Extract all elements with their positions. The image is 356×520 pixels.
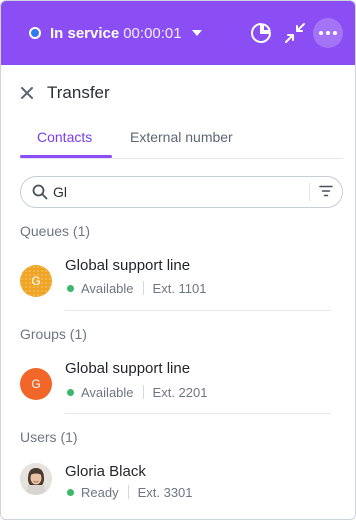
meta-divider (142, 385, 144, 399)
status-indicator-icon (29, 27, 41, 39)
search-input[interactable] (53, 182, 303, 202)
tab-external-number[interactable]: External number (130, 129, 233, 145)
section-title-groups: Groups (1) (20, 326, 87, 342)
contact-extension: Ext. 2201 (152, 384, 208, 400)
avatar: G (20, 368, 52, 400)
contact-meta: Ready Ext. 3301 (67, 484, 193, 500)
filter-icon[interactable] (319, 185, 333, 197)
meta-divider (142, 281, 144, 295)
contact-name: Global support line (65, 257, 191, 274)
list-item[interactable]: Gloria Black Ready Ext. 3301 (20, 463, 343, 513)
status-dot-icon (67, 388, 74, 396)
contact-extension: Ext. 1101 (152, 280, 207, 296)
section-title-users: Users (1) (20, 429, 78, 445)
tab-bar: Contacts External number (20, 121, 343, 159)
contact-meta: Available Ext. 2201 (67, 384, 207, 400)
contact-status: Available (81, 384, 134, 400)
contact-status: Ready (81, 484, 119, 500)
minimize-icon (285, 23, 305, 43)
section-title-queues: Queues (1) (20, 223, 91, 239)
more-options-button[interactable] (313, 18, 343, 48)
contact-extension: Ext. 3301 (137, 484, 193, 500)
more-icon (319, 31, 337, 35)
user-avatar-photo (20, 463, 52, 495)
search-divider (309, 183, 310, 201)
dialog-title: Transfer (47, 83, 110, 102)
contact-name: Gloria Black (65, 463, 146, 480)
search-icon (32, 184, 48, 200)
search-box (20, 176, 343, 208)
avatar: G (20, 265, 52, 297)
meta-divider (127, 485, 129, 499)
transfer-panel: In service 00:00:01 Transfer Contacts Ex… (0, 0, 356, 520)
list-item[interactable]: G Global support line Available Ext. 110… (20, 257, 343, 307)
contact-meta: Available Ext. 1101 (67, 280, 207, 296)
list-divider (65, 310, 331, 311)
tab-contacts[interactable]: Contacts (37, 129, 92, 145)
pie-chart-icon (251, 23, 271, 43)
status-timer: 00:00:01 (123, 24, 182, 42)
header-bar: In service 00:00:01 (1, 1, 355, 65)
statistics-button[interactable] (246, 18, 276, 48)
status-dot-icon (67, 284, 74, 292)
list-item[interactable]: G Global support line Available Ext. 220… (20, 360, 343, 410)
status-label: In service (50, 24, 120, 42)
minimize-button[interactable] (280, 18, 310, 48)
contact-name: Global support line (65, 360, 191, 377)
active-tab-indicator (20, 155, 112, 158)
dialog-title-row: Transfer (19, 81, 110, 105)
list-divider (65, 413, 331, 414)
close-icon[interactable] (19, 85, 35, 101)
contact-status: Available (81, 280, 134, 296)
status-selector[interactable]: In service 00:00:01 (29, 23, 202, 43)
chevron-down-icon (191, 30, 202, 36)
status-dot-icon (67, 488, 74, 496)
